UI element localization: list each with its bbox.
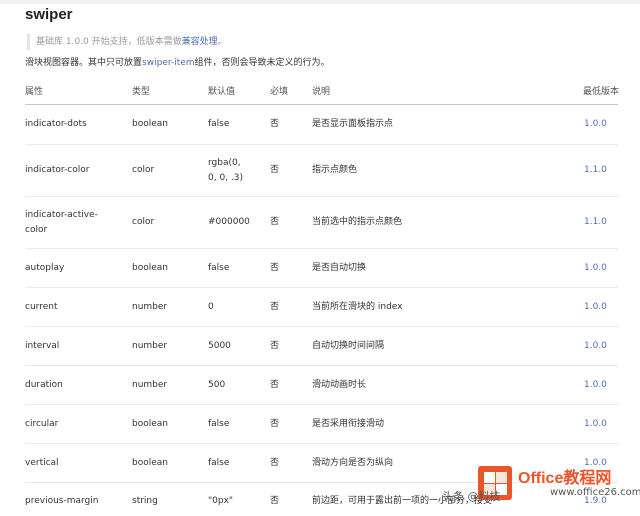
header-desc: 说明 — [312, 87, 331, 97]
row-type: number — [132, 380, 168, 390]
row-name: autoplay — [25, 263, 65, 273]
header-type: 类型 — [132, 87, 151, 97]
row-version: 1.1.0 — [584, 217, 607, 227]
row-required: 否 — [270, 341, 280, 351]
intro-suffix: 组件，否则会导致未定义的行为。 — [194, 58, 330, 68]
row-required: 否 — [270, 119, 280, 129]
row-desc: 滑动动画时长 — [312, 380, 367, 390]
top-bar — [0, 0, 640, 4]
table-row: interval number 5000 否 自动切换时间间隔 1.0.0 — [25, 327, 618, 366]
watermark-url: www.office26.com — [550, 487, 640, 498]
row-version: 1.0.0 — [584, 380, 607, 390]
row-type: string — [132, 496, 158, 506]
row-default: false — [208, 119, 230, 129]
row-desc: 当前所在滑块的 index — [312, 302, 403, 312]
office-watermark: Office教程网 www.office26.com — [478, 462, 640, 508]
row-name: indicator-color — [25, 165, 90, 175]
table-row: current number 0 否 当前所在滑块的 index 1.0.0 — [25, 288, 618, 327]
table-row: circular boolean false 否 是否采用衔接滑动 1.0.0 — [25, 405, 618, 444]
table-header: 属性 类型 默认值 必填 说明 最低版本 — [25, 82, 619, 105]
row-version: 1.0.0 — [584, 119, 607, 129]
row-required: 否 — [270, 165, 280, 175]
row-type: boolean — [132, 119, 168, 129]
row-desc: 当前选中的指示点颜色 — [312, 217, 403, 227]
intro-text: 滑块视图容器。其中只可放置swiper-item组件，否则会导致未定义的行为。 — [25, 56, 330, 70]
row-name: vertical — [25, 458, 59, 468]
row-version: 1.0.0 — [584, 302, 607, 312]
page-title: swiper — [25, 6, 73, 23]
row-default: rgba(0, 0, 0, .3) — [208, 158, 243, 183]
watermark-account: 头条 @科技 — [442, 490, 501, 503]
row-default: false — [208, 419, 230, 429]
table-row: autoplay boolean false 否 是否自动切换 1.0.0 — [25, 249, 618, 288]
header-name: 属性 — [25, 87, 44, 97]
row-name: interval — [25, 341, 60, 351]
row-desc: 指示点颜色 — [312, 165, 358, 175]
table-row: indicator-active-color color #000000 否 当… — [25, 197, 618, 249]
row-default: false — [208, 263, 230, 273]
row-type: boolean — [132, 263, 168, 273]
intro-prefix: 滑块视图容器。其中只可放置 — [25, 58, 143, 68]
row-version: 1.0.0 — [584, 419, 607, 429]
swiper-item-link[interactable]: swiper-item — [142, 58, 195, 68]
row-desc: 是否显示面板指示点 — [312, 119, 394, 129]
header-required: 必填 — [270, 87, 289, 97]
support-note: 基础库 1.0.0 开始支持，低版本需做兼容处理。 — [27, 34, 227, 50]
row-version: 1.0.0 — [584, 263, 607, 273]
watermark-title: Office教程网 — [518, 470, 612, 487]
row-type: boolean — [132, 458, 168, 468]
row-name: circular — [25, 419, 59, 429]
row-required: 否 — [270, 263, 280, 273]
row-name: indicator-dots — [25, 119, 87, 129]
row-name: previous-margin — [25, 496, 99, 506]
header-default: 默认值 — [208, 87, 236, 97]
row-version: 1.1.0 — [584, 165, 607, 175]
table-row: duration number 500 否 滑动动画时长 1.0.0 — [25, 366, 618, 405]
header-version: 最低版本 — [583, 87, 620, 97]
row-name: indicator-active-color — [25, 210, 98, 235]
table-row: indicator-dots boolean false 否 是否显示面板指示点… — [25, 105, 618, 145]
row-default: "0px" — [208, 496, 234, 506]
row-type: color — [132, 165, 155, 175]
row-default: #000000 — [208, 217, 250, 227]
row-name: duration — [25, 380, 63, 390]
row-desc: 是否自动切换 — [312, 263, 367, 273]
row-version: 1.0.0 — [584, 341, 607, 351]
row-type: boolean — [132, 419, 168, 429]
row-default: 500 — [208, 380, 226, 390]
row-required: 否 — [270, 380, 280, 390]
row-desc: 自动切换时间间隔 — [312, 341, 385, 351]
row-default: false — [208, 458, 230, 468]
row-type: color — [132, 217, 155, 227]
support-note-text: 基础库 1.0.0 开始支持，低版本需做 — [36, 37, 182, 47]
row-type: number — [132, 302, 168, 312]
row-required: 否 — [270, 419, 280, 429]
table-row: indicator-color color rgba(0, 0, 0, .3) … — [25, 145, 618, 197]
row-required: 否 — [270, 217, 280, 227]
row-desc: 是否采用衔接滑动 — [312, 419, 385, 429]
compat-link[interactable]: 兼容处理 — [182, 37, 218, 47]
row-required: 否 — [270, 302, 280, 312]
row-required: 否 — [270, 458, 280, 468]
row-default: 0 — [208, 302, 214, 312]
row-required: 否 — [270, 496, 280, 506]
row-name: current — [25, 302, 58, 312]
row-default: 5000 — [208, 341, 231, 351]
row-type: number — [132, 341, 168, 351]
support-note-suffix: 。 — [217, 37, 227, 47]
